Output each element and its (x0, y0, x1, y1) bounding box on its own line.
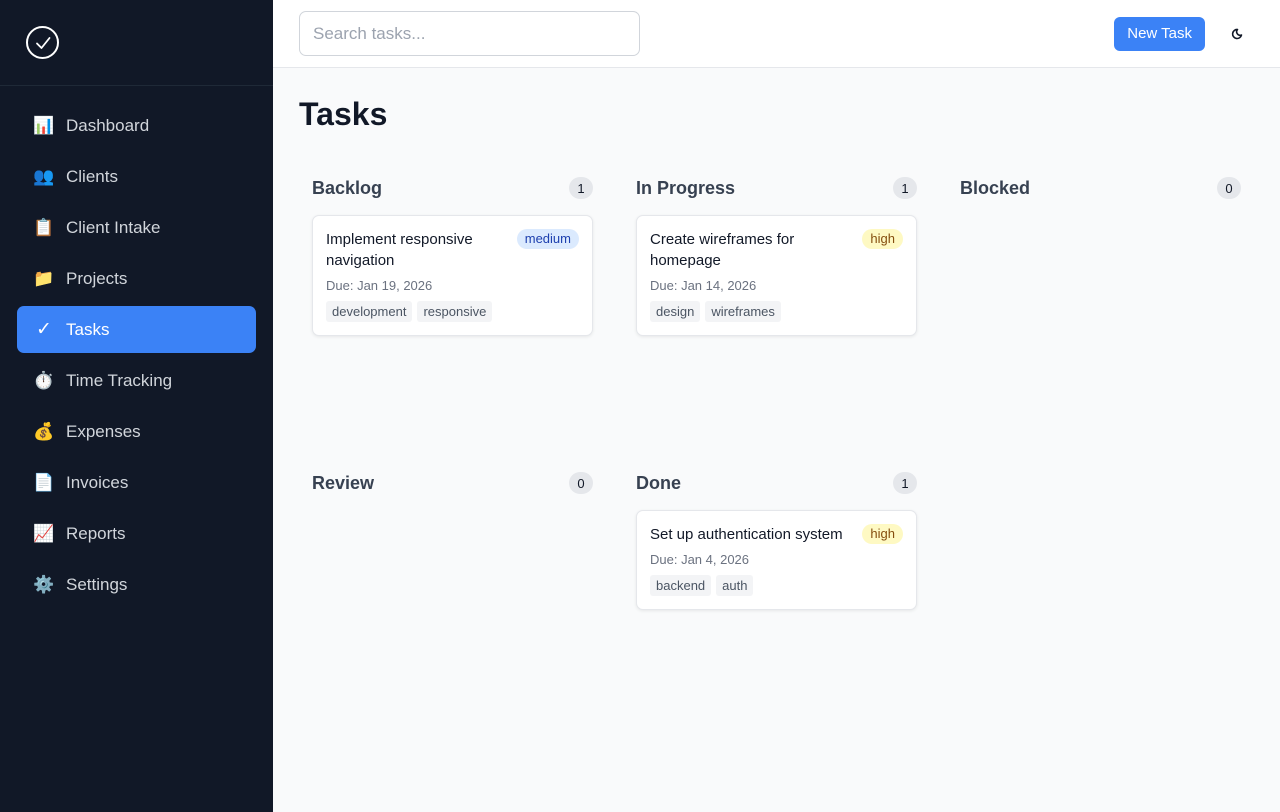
tag: backend (650, 575, 712, 596)
content: Tasks Backlog 1 Implement responsive nav… (273, 68, 1280, 792)
tag: responsive (417, 301, 493, 322)
task-title: Set up authentication system (650, 526, 843, 543)
priority-badge: medium (516, 229, 579, 249)
task-card[interactable]: Implement responsive navigation medium D… (312, 215, 593, 336)
page-title: Tasks (299, 96, 388, 132)
tag: auth (716, 575, 754, 596)
checkmark-icon: ✓ (36, 319, 52, 340)
column-header: Review 0 (312, 469, 593, 497)
column-count-badge: 0 (1217, 177, 1241, 199)
new-task-button[interactable]: New Task (1114, 16, 1205, 51)
column-header: Done 1 (636, 469, 917, 497)
sidebar-item-dashboard[interactable]: 📊 Dashboard (17, 102, 256, 149)
check-circle-logo-icon[interactable] (26, 26, 59, 59)
document-icon: 📄 (33, 473, 55, 492)
card-header: Implement responsive navigation medium (326, 229, 579, 271)
line-chart-icon: 📈 (33, 524, 55, 543)
column-backlog: Backlog 1 Implement responsive navigatio… (312, 174, 593, 469)
column-header: In Progress 1 (636, 174, 917, 202)
sidebar-item-expenses[interactable]: 💰 Expenses (17, 408, 256, 455)
sidebar-item-settings[interactable]: ⚙️ Settings (17, 561, 256, 608)
sidebar-item-label: Time Tracking (66, 370, 173, 390)
column-review: Review 0 (312, 469, 593, 764)
sidebar-item-label: Settings (66, 574, 128, 594)
task-card[interactable]: Create wireframes for homepage high Due:… (636, 215, 917, 336)
column-title: In Progress (636, 177, 736, 198)
users-icon: 👥 (33, 167, 55, 186)
stopwatch-icon: ⏱️ (33, 371, 55, 390)
money-bag-icon: 💰 (33, 422, 55, 441)
due-date: Due: Jan 4, 2026 (650, 552, 750, 567)
tag-list: design wireframes (650, 301, 903, 322)
sidebar-item-clients[interactable]: 👥 Clients (17, 153, 256, 200)
column-title: Review (312, 472, 375, 493)
tag: development (326, 301, 413, 322)
tag: wireframes (705, 301, 781, 322)
column-count-badge: 1 (893, 177, 917, 199)
sidebar-item-label: Client Intake (66, 217, 161, 237)
search-input[interactable] (299, 11, 640, 56)
kanban-board: Backlog 1 Implement responsive navigatio… (299, 174, 1254, 764)
sidebar-item-label: Invoices (66, 472, 129, 492)
column-count-badge: 0 (569, 472, 593, 494)
gear-icon: ⚙️ (33, 575, 55, 594)
column-header: Backlog 1 (312, 174, 593, 202)
sidebar-item-label: Clients (66, 166, 118, 186)
theme-toggle-button[interactable] (1220, 17, 1254, 51)
column-in-progress: In Progress 1 Create wireframes for home… (636, 174, 917, 469)
bar-chart-icon: 📊 (33, 116, 55, 135)
sidebar-item-label: Dashboard (66, 115, 150, 135)
due-date: Due: Jan 14, 2026 (650, 278, 757, 293)
column-count-badge: 1 (893, 472, 917, 494)
card-header: Create wireframes for homepage high (650, 229, 903, 271)
column-done: Done 1 Set up authentication system high… (636, 469, 917, 764)
sidebar-nav: 📊 Dashboard 👥 Clients 📋 Client Intake 📁 … (0, 86, 273, 624)
column-title: Done (636, 472, 681, 493)
brand (0, 0, 273, 86)
moon-icon (1231, 28, 1243, 39)
column-header: Blocked 0 (960, 174, 1241, 202)
column-count-badge: 1 (569, 177, 593, 199)
card-header: Set up authentication system high (650, 524, 903, 545)
priority-badge: high (862, 229, 903, 249)
task-title: Implement responsive navigation (326, 231, 473, 269)
sidebar-item-reports[interactable]: 📈 Reports (17, 510, 256, 557)
task-card[interactable]: Set up authentication system high Due: J… (636, 510, 917, 610)
sidebar-item-tasks[interactable]: ✓ Tasks (17, 306, 256, 353)
tag: design (650, 301, 701, 322)
folder-icon: 📁 (33, 269, 55, 288)
main-area: New Task Tasks Backlog 1 Imple (273, 0, 1280, 812)
sidebar-item-client-intake[interactable]: 📋 Client Intake (17, 204, 256, 251)
column-blocked: Blocked 0 (960, 174, 1241, 469)
app-root: 📊 Dashboard 👥 Clients 📋 Client Intake 📁 … (0, 0, 1280, 812)
sidebar-item-label: Projects (66, 268, 128, 288)
sidebar-item-time-tracking[interactable]: ⏱️ Time Tracking (17, 357, 256, 404)
sidebar-item-invoices[interactable]: 📄 Invoices (17, 459, 256, 506)
clipboard-icon: 📋 (33, 218, 55, 237)
tag-list: development responsive (326, 301, 579, 322)
sidebar-item-label: Expenses (66, 421, 141, 441)
task-title: Create wireframes for homepage (650, 231, 795, 269)
tag-list: backend auth (650, 575, 903, 596)
sidebar: 📊 Dashboard 👥 Clients 📋 Client Intake 📁 … (0, 0, 273, 812)
sidebar-item-label: Reports (66, 523, 126, 543)
priority-badge: high (862, 524, 903, 544)
sidebar-item-label: Tasks (66, 319, 110, 339)
due-date: Due: Jan 19, 2026 (326, 278, 433, 293)
topbar: New Task (273, 0, 1280, 68)
sidebar-item-projects[interactable]: 📁 Projects (17, 255, 256, 302)
column-title: Backlog (312, 177, 383, 198)
column-title: Blocked (960, 177, 1031, 198)
